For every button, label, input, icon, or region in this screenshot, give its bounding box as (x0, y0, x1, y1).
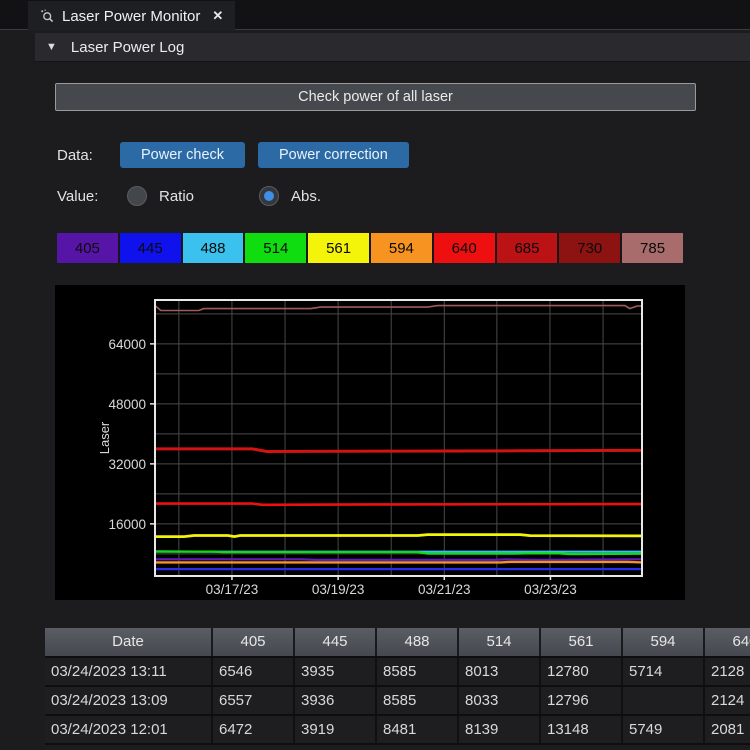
wavelength-swatch-685[interactable]: 685 (497, 233, 560, 263)
ratio-radio-label: Ratio (159, 188, 194, 205)
ratio-radio[interactable] (127, 186, 147, 206)
cell-date: 03/24/2023 13:09 (45, 687, 213, 714)
table-header-514[interactable]: 514 (459, 628, 541, 656)
series-line-405 (155, 559, 642, 560)
svg-text:03/17/23: 03/17/23 (206, 582, 259, 597)
cell-value: 8585 (377, 687, 459, 714)
chart-svg: 16000 32000 48000 64000 03/17/23 03/19/23 03/2… (55, 285, 685, 600)
cell-value: 3935 (295, 658, 377, 685)
data-table: Date405445488514561594640 03/24/2023 13:… (45, 628, 750, 745)
wavelength-swatch-405[interactable]: 405 (57, 233, 120, 263)
cell-value: 6472 (213, 716, 295, 743)
table-header-405[interactable]: 405 (213, 628, 295, 656)
magnifier-icon (40, 9, 54, 23)
series-line-640 (155, 504, 642, 505)
collapse-triangle-icon[interactable]: ▼ (46, 41, 57, 53)
table-header-date[interactable]: Date (45, 628, 213, 656)
cell-value: 12796 (541, 687, 623, 714)
wavelength-swatch-514[interactable]: 514 (245, 233, 308, 263)
svg-text:03/21/23: 03/21/23 (418, 582, 471, 597)
section-title: Laser Power Log (71, 39, 184, 56)
wavelength-swatch-561[interactable]: 561 (308, 233, 371, 263)
series-line-785 (155, 306, 642, 311)
wavelength-swatch-594[interactable]: 594 (371, 233, 434, 263)
abs-radio[interactable] (259, 186, 279, 206)
svg-text:Laser: Laser (97, 421, 112, 454)
cell-value (623, 687, 705, 714)
wavelength-swatch-445[interactable]: 445 (120, 233, 183, 263)
wavelength-swatch-730[interactable]: 730 (559, 233, 622, 263)
cell-value: 6557 (213, 687, 295, 714)
svg-text:64000: 64000 (108, 337, 146, 352)
cell-value: 3919 (295, 716, 377, 743)
table-body: 03/24/2023 13:11654639358585801312780571… (45, 658, 750, 745)
wavelength-swatch-488[interactable]: 488 (183, 233, 246, 263)
cell-value: 8013 (459, 658, 541, 685)
table-header-594[interactable]: 594 (623, 628, 705, 656)
svg-text:03/23/23: 03/23/23 (524, 582, 577, 597)
cell-value: 8585 (377, 658, 459, 685)
value-row: Value: Ratio Abs. (57, 181, 321, 211)
cell-value: 6546 (213, 658, 295, 685)
table-row[interactable]: 03/24/2023 13:11654639358585801312780571… (45, 658, 750, 687)
tab-title: Laser Power Monitor (62, 8, 200, 25)
table-row[interactable]: 03/24/2023 12:01647239198481813913148574… (45, 716, 750, 745)
power-correction-button[interactable]: Power correction (258, 142, 409, 168)
table-header-640[interactable]: 640 (705, 628, 750, 656)
wavelength-swatch-785[interactable]: 785 (622, 233, 683, 263)
series-line-594 (155, 562, 642, 563)
data-label: Data: (57, 147, 120, 164)
chart-panel: 16000 32000 48000 64000 03/17/23 03/19/23 03/2… (55, 285, 685, 600)
cell-value: 5714 (623, 658, 705, 685)
cell-date: 03/24/2023 13:11 (45, 658, 213, 685)
svg-text:48000: 48000 (108, 397, 146, 412)
table-row[interactable]: 03/24/2023 13:09655739368585803312796 212… (45, 687, 750, 716)
cell-value: 3936 (295, 687, 377, 714)
cell-value: 12780 (541, 658, 623, 685)
series-line-561 (155, 535, 642, 537)
svg-text:03/19/23: 03/19/23 (312, 582, 365, 597)
check-all-lasers-button[interactable]: Check power of all laser (55, 83, 696, 111)
power-check-button[interactable]: Power check (120, 142, 245, 168)
tab-laser-power-monitor[interactable]: Laser Power Monitor ✕ (28, 1, 235, 31)
wavelength-swatch-640[interactable]: 640 (434, 233, 497, 263)
cell-value: 2128 (705, 658, 750, 685)
table-header-561[interactable]: 561 (541, 628, 623, 656)
cell-value: 13148 (541, 716, 623, 743)
cell-value: 8139 (459, 716, 541, 743)
value-label: Value: (57, 188, 127, 205)
data-row: Data: Power check Power correction (57, 140, 422, 170)
series-line-685 (155, 449, 642, 452)
cell-date: 03/24/2023 12:01 (45, 716, 213, 743)
svg-text:32000: 32000 (108, 457, 146, 472)
cell-value: 5749 (623, 716, 705, 743)
table-header-488[interactable]: 488 (377, 628, 459, 656)
svg-text:16000: 16000 (108, 517, 146, 532)
cell-value: 8033 (459, 687, 541, 714)
table-header-row: Date405445488514561594640 (45, 628, 750, 658)
wavelength-swatch-row: 405445488514561594640685730785 (57, 233, 683, 263)
abs-radio-label: Abs. (291, 188, 321, 205)
tab-bar: Laser Power Monitor ✕ (0, 0, 750, 30)
close-icon[interactable]: ✕ (212, 8, 223, 24)
table-header-445[interactable]: 445 (295, 628, 377, 656)
cell-value: 2124 (705, 687, 750, 714)
section-header[interactable]: ▼ Laser Power Log (35, 33, 750, 62)
cell-value: 2081 (705, 716, 750, 743)
cell-value: 8481 (377, 716, 459, 743)
